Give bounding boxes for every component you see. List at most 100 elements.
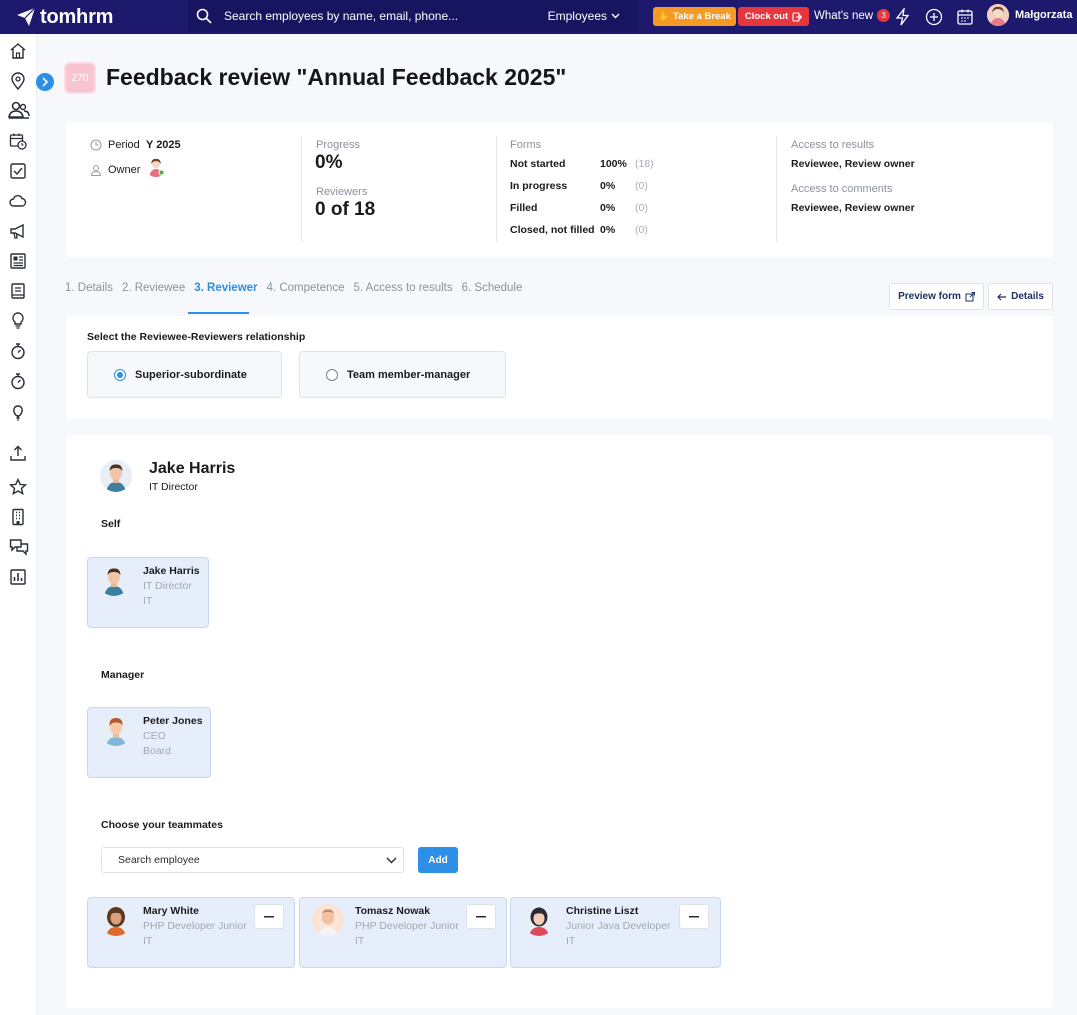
chevron-down-icon — [386, 857, 397, 863]
global-search[interactable]: Search employees by name, email, phone..… — [188, 0, 638, 32]
checkbox-icon[interactable] — [9, 162, 27, 180]
radio-unselected[interactable] — [326, 368, 338, 381]
upload-icon[interactable] — [9, 444, 27, 462]
user-menu[interactable]: Małgorzata — [987, 4, 1072, 26]
relationship-option-superior-subordinate[interactable]: Superior-subordinate — [87, 351, 282, 398]
form-status-count: (0) — [635, 202, 648, 214]
take-break-button[interactable]: ✋ Take a Break — [653, 7, 736, 26]
teammate-card: Tomasz Nowak PHP Developer Junior IT — [299, 897, 507, 968]
page-title: Feedback review "Annual Feedback 2025" — [106, 64, 567, 90]
sidebar — [0, 34, 37, 1015]
access-comments-label: Access to comments — [791, 183, 893, 195]
tab-details[interactable]: 1. Details — [65, 282, 113, 294]
lightbulb-icon[interactable] — [9, 311, 27, 329]
chevron-right-icon — [42, 77, 49, 87]
teammates-section-label: Choose your teammates — [101, 819, 223, 831]
search-scope-label: Employees — [547, 9, 607, 23]
preview-form-label: Preview form — [898, 291, 961, 302]
person-name: Christine Liszt — [566, 905, 639, 917]
tab-schedule[interactable]: 6. Schedule — [462, 282, 523, 294]
report-icon[interactable] — [9, 568, 27, 586]
self-section-label: Self — [101, 518, 121, 530]
person-name: Jake Harris — [143, 565, 200, 577]
remove-teammate-button[interactable] — [679, 904, 709, 929]
plus-circle-icon[interactable] — [925, 8, 943, 26]
calendar-clock-icon[interactable] — [9, 132, 27, 150]
remove-teammate-button[interactable] — [466, 904, 496, 929]
whats-new-count-badge: 3 — [877, 9, 891, 22]
user-name: Małgorzata — [1015, 9, 1073, 21]
radio-selected[interactable] — [114, 368, 126, 381]
person-name: Tomasz Nowak — [355, 905, 431, 917]
remove-teammate-button[interactable] — [254, 904, 284, 929]
logout-icon — [792, 11, 803, 22]
add-teammate-button[interactable]: Add — [418, 847, 458, 873]
search-scope-dropdown[interactable]: Employees — [548, 9, 620, 23]
person-department: IT — [143, 595, 153, 607]
relationship-option-team-member-manager[interactable]: Team member-manager — [299, 351, 506, 398]
brand-name: tomhrm — [40, 5, 114, 28]
divider — [301, 136, 302, 242]
news-icon[interactable] — [9, 252, 27, 270]
arrow-left-icon — [997, 293, 1007, 300]
home-icon[interactable] — [9, 42, 27, 60]
form-status-pct: 0% — [600, 224, 616, 236]
whats-new-button[interactable]: What's new 3 — [814, 9, 891, 22]
person-avatar — [100, 714, 132, 746]
calendar-icon[interactable] — [956, 8, 974, 26]
stopwatch-icon[interactable] — [9, 372, 27, 390]
person-name: Mary White — [143, 905, 200, 917]
location-pin-icon[interactable] — [9, 72, 27, 90]
owner-label: Owner — [108, 164, 141, 176]
clock-out-button[interactable]: Clock out — [738, 7, 809, 26]
search-employee-select[interactable]: Search employee — [101, 847, 404, 873]
manager-reviewer-card: Peter Jones CEO Board — [87, 707, 211, 778]
form-status-pct: 100% — [600, 158, 627, 170]
teammate-card: Christine Liszt Junior Java Developer IT — [510, 897, 721, 968]
reviewee-name: Jake Harris — [149, 460, 236, 477]
owner-avatar[interactable] — [146, 157, 166, 177]
preview-form-button[interactable]: Preview form — [889, 283, 984, 310]
clock-icon — [90, 139, 102, 151]
take-break-label: Take a Break — [672, 11, 731, 22]
people-icon[interactable] — [8, 101, 30, 119]
paper-plane-icon — [17, 7, 36, 26]
progress-label: Progress — [316, 139, 361, 151]
search-input[interactable]: Search employees by name, email, phone..… — [224, 9, 548, 23]
balloon-icon[interactable] — [9, 404, 27, 422]
back-to-details-button[interactable]: Details — [988, 283, 1053, 310]
person-role: Junior Java Developer — [566, 920, 671, 932]
book-icon[interactable] — [9, 282, 27, 300]
chat-icon[interactable] — [9, 538, 29, 556]
reviewee-role: IT Director — [149, 481, 198, 493]
form-status-pct: 0% — [600, 202, 616, 214]
review-id-badge: 270 — [64, 62, 96, 94]
top-bar: tomhrm Search employees by name, email, … — [0, 0, 1077, 34]
building-icon[interactable] — [9, 508, 27, 526]
search-employee-placeholder: Search employee — [118, 854, 200, 866]
tab-competence[interactable]: 4. Competence — [267, 282, 345, 294]
access-results-label: Access to results — [791, 139, 875, 151]
form-status-label: In progress — [510, 180, 568, 192]
tab-reviewee[interactable]: 2. Reviewee — [122, 282, 185, 294]
search-icon — [196, 8, 212, 24]
manager-section-label: Manager — [101, 669, 145, 681]
star-icon[interactable] — [9, 478, 27, 496]
cloud-icon[interactable] — [9, 192, 27, 210]
person-role: IT Director — [143, 580, 192, 592]
external-link-icon — [965, 291, 975, 301]
relationship-option-label: Superior-subordinate — [135, 368, 247, 381]
tab-reviewer[interactable]: 3. Reviewer — [194, 282, 257, 294]
stopwatch-icon[interactable] — [9, 342, 27, 360]
tab-access-to-results[interactable]: 5. Access to results — [354, 282, 453, 294]
period-label: Period — [108, 139, 140, 151]
megaphone-icon[interactable] — [9, 222, 27, 240]
minus-icon — [476, 915, 486, 917]
details-label: Details — [1011, 291, 1044, 302]
chevron-down-icon — [611, 13, 620, 19]
brand-logo[interactable]: tomhrm — [0, 6, 190, 29]
expand-sidebar-button[interactable] — [36, 73, 54, 91]
access-results-value: Reviewee, Review owner — [791, 158, 915, 170]
person-department: IT — [143, 935, 153, 947]
lightning-icon[interactable] — [894, 8, 912, 26]
